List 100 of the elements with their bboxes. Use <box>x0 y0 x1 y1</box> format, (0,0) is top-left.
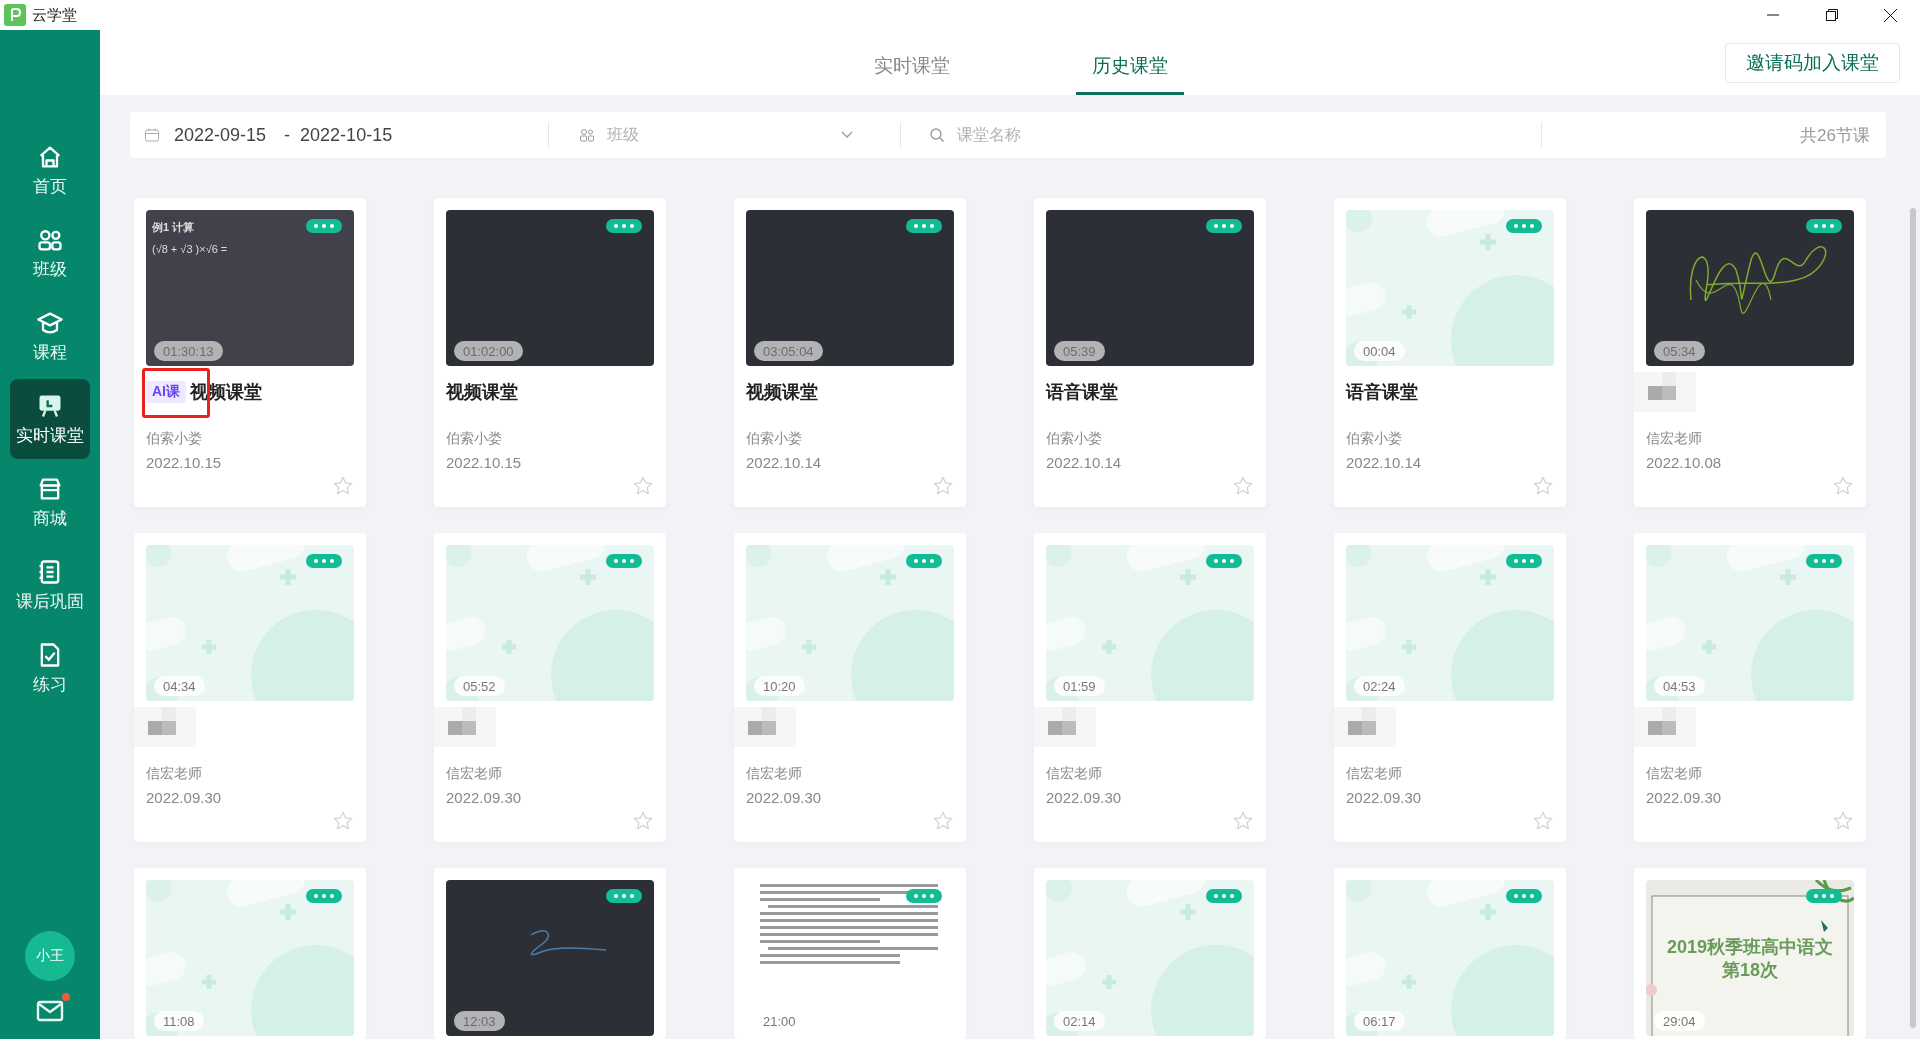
teacher-name: 伯索小娄 <box>446 430 503 448</box>
duration-label: 06:17 <box>1354 1011 1405 1031</box>
lesson-card[interactable]: 06:17 <box>1334 868 1566 1039</box>
star-icon[interactable] <box>932 810 954 832</box>
dots-icon <box>913 559 935 563</box>
sidebar-item[interactable]: 课程 <box>10 296 90 376</box>
blurred-title <box>1634 707 1696 747</box>
star-icon[interactable] <box>332 810 354 832</box>
dots-icon <box>1813 894 1835 898</box>
lesson-card[interactable]: 05:52 信宏老师 2022.09.30 <box>434 533 666 842</box>
star-icon[interactable] <box>632 810 654 832</box>
lesson-card[interactable]: 02:14 <box>1034 868 1266 1039</box>
sidebar-item[interactable]: 首页 <box>10 130 90 210</box>
sidebar-item[interactable]: 班级 <box>10 213 90 293</box>
more-button[interactable] <box>1806 219 1842 233</box>
more-button[interactable] <box>306 219 342 233</box>
search-icon <box>929 127 946 143</box>
restore-icon <box>1825 9 1838 21</box>
teacher-name: 信宏老师 <box>1646 430 1703 448</box>
lesson-card[interactable]: 21:00 <box>734 868 966 1039</box>
dots-icon <box>913 224 935 228</box>
duration-label: 01:30:13 <box>154 341 223 361</box>
lesson-date: 2022.09.30 <box>446 789 523 806</box>
lesson-title: 语音课堂 <box>1346 381 1418 404</box>
dots-icon <box>1213 559 1235 563</box>
star-icon[interactable] <box>1532 475 1554 497</box>
sidebar-item[interactable]: 商城 <box>10 462 90 542</box>
duration-label: 29:04 <box>1654 1011 1705 1031</box>
blurred-title <box>434 707 496 747</box>
lesson-card[interactable]: 02:24 信宏老师 2022.09.30 <box>1334 533 1566 842</box>
tab[interactable]: 实时课堂 <box>858 40 966 95</box>
lesson-card[interactable]: 00:04 语音课堂 伯索小娄 2022.10.14 <box>1334 198 1566 507</box>
dots-icon <box>313 559 335 563</box>
end-date[interactable]: 2022-10-15 <box>300 124 393 146</box>
invite-button[interactable]: 邀请码加入课堂 <box>1725 43 1900 83</box>
slide-title: 第18次 <box>1721 959 1779 982</box>
scrollbar[interactable] <box>1910 208 1916 1028</box>
lesson-date: 2022.10.08 <box>1646 454 1723 471</box>
duration-label: 02:14 <box>1054 1011 1105 1031</box>
lesson-date: 2022.10.14 <box>1346 454 1423 471</box>
star-icon[interactable] <box>1232 475 1254 497</box>
star-icon[interactable] <box>1532 810 1554 832</box>
teacher-name: 伯索小娄 <box>146 430 203 448</box>
lesson-card[interactable]: 05:34 信宏老师 2022.10.08 <box>1634 198 1866 507</box>
calendar-icon <box>144 127 160 143</box>
duration-label: 01:02:00 <box>454 341 523 361</box>
teacher-name: 伯索小娄 <box>746 430 803 448</box>
more-button[interactable] <box>1206 219 1242 233</box>
more-button[interactable] <box>906 219 942 233</box>
lesson-date: 2022.09.30 <box>1046 789 1123 806</box>
duration-label: 10:20 <box>754 676 805 696</box>
teacher-name: 信宏老师 <box>1346 765 1403 783</box>
teacher-name: 信宏老师 <box>746 765 803 783</box>
lesson-card[interactable]: 01:59 信宏老师 2022.09.30 <box>1034 533 1266 842</box>
star-icon[interactable] <box>1832 475 1854 497</box>
lesson-title: 语音课堂 <box>1046 381 1118 404</box>
duration-label: 05:34 <box>1654 341 1705 361</box>
star-icon[interactable] <box>1832 810 1854 832</box>
star-icon[interactable] <box>632 475 654 497</box>
lesson-card[interactable]: 01:02:00 视频课堂 伯索小娄 2022.10.15 <box>434 198 666 507</box>
tab[interactable]: 历史课堂 <box>1076 40 1184 95</box>
lesson-card[interactable]: 05:39 语音课堂 伯索小娄 2022.10.14 <box>1034 198 1266 507</box>
blurred-title <box>734 707 796 747</box>
duration-label: 04:34 <box>154 676 205 696</box>
start-date[interactable]: 2022-09-15 <box>174 124 267 146</box>
duration-label: 01:59 <box>1054 676 1105 696</box>
lesson-date: 2022.09.30 <box>746 789 823 806</box>
lesson-date: 2022.10.15 <box>446 454 523 471</box>
more-button[interactable] <box>606 219 642 233</box>
mail-icon[interactable] <box>36 999 64 1023</box>
duration-label: 12:03 <box>454 1011 505 1031</box>
lesson-date: 2022.10.14 <box>1046 454 1123 471</box>
lesson-card[interactable]: 04:53 信宏老师 2022.09.30 <box>1634 533 1866 842</box>
star-icon[interactable] <box>932 475 954 497</box>
lesson-card[interactable]: 03:05:04 视频课堂 伯索小娄 2022.10.14 <box>734 198 966 507</box>
lesson-card[interactable]: 12:03 <box>434 868 666 1039</box>
sidebar-item[interactable]: 课后巩固 <box>10 545 90 625</box>
sidebar-item[interactable]: 实时课堂 <box>10 379 90 459</box>
more-button[interactable] <box>606 889 642 903</box>
close-icon <box>1884 8 1897 22</box>
lesson-card[interactable]: 2019秋季班高中语文 第18次 29:04 <box>1634 868 1866 1039</box>
dots-icon <box>313 894 335 898</box>
blurred-title <box>134 707 196 747</box>
dots-icon <box>1513 559 1535 563</box>
duration-label: 05:39 <box>1054 341 1105 361</box>
teacher-name: 信宏老师 <box>1046 765 1103 783</box>
app-logo-icon <box>4 4 26 26</box>
lesson-card[interactable]: 10:20 信宏老师 2022.09.30 <box>734 533 966 842</box>
star-icon[interactable] <box>1232 810 1254 832</box>
user-avatar[interactable]: 小王 <box>25 931 75 981</box>
dots-icon <box>1513 894 1535 898</box>
sidebar-item[interactable]: 练习 <box>10 628 90 708</box>
star-icon[interactable] <box>332 475 354 497</box>
lesson-date: 2022.09.30 <box>146 789 223 806</box>
lesson-card[interactable]: 04:34 信宏老师 2022.09.30 <box>134 533 366 842</box>
dots-icon <box>1513 224 1535 228</box>
group-icon <box>579 127 596 143</box>
lesson-card[interactable]: 11:08 <box>134 868 366 1039</box>
lesson-date: 2022.09.30 <box>1346 789 1423 806</box>
dots-icon <box>1813 559 1835 563</box>
